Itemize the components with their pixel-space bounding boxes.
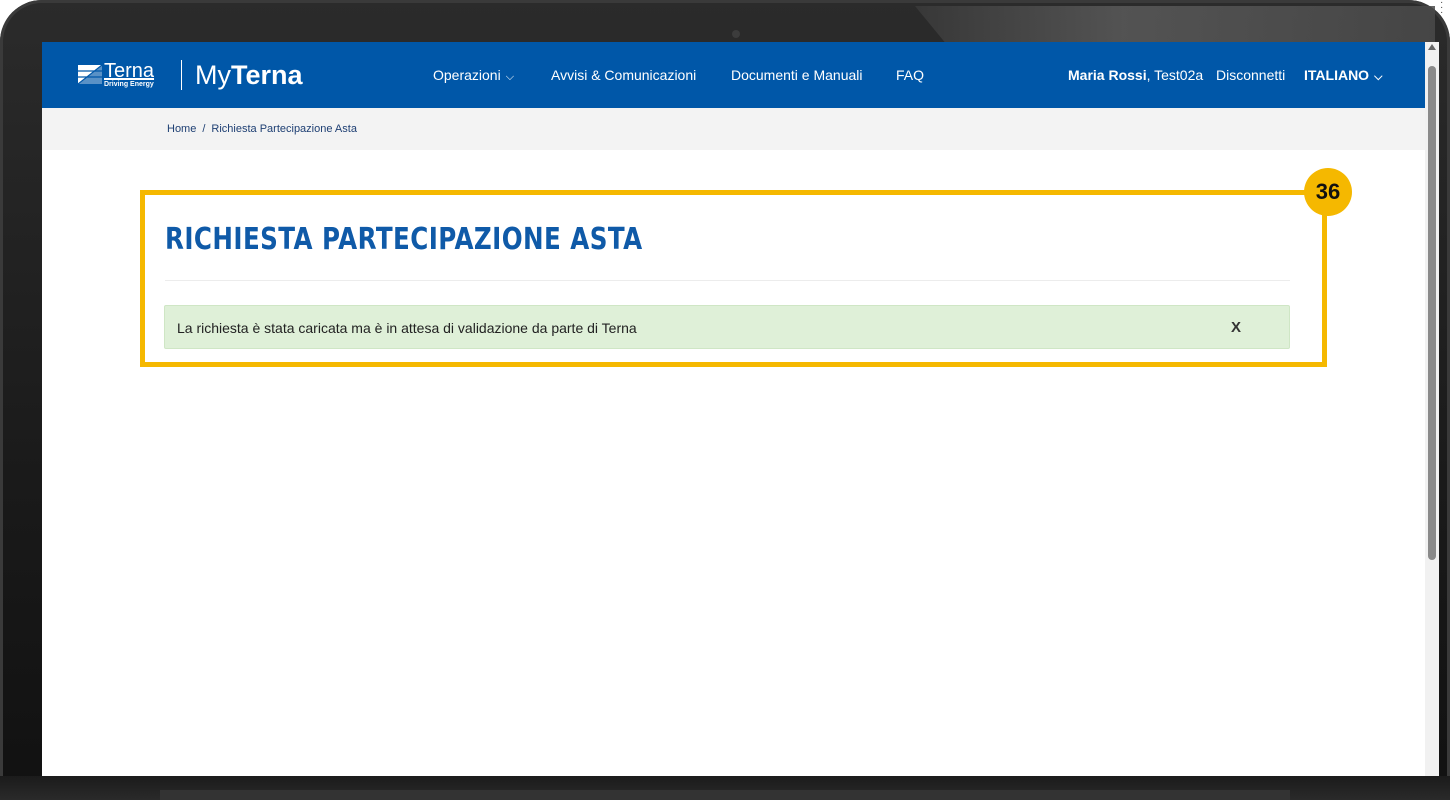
terna-logo-tagline: Driving Energy — [104, 81, 154, 88]
chevron-down-icon: ⌵ — [1374, 71, 1383, 83]
vertical-scrollbar[interactable] — [1425, 42, 1439, 776]
language-label: ITALIANO — [1304, 67, 1370, 83]
laptop-hinge — [160, 790, 1290, 800]
step-number-badge: 36 — [1304, 168, 1352, 216]
myterna-logo-name: Terna — [231, 60, 303, 90]
logo-divider — [181, 60, 182, 90]
alert-message: La richiesta è stata caricata ma è in at… — [177, 320, 637, 336]
webcam — [732, 30, 740, 38]
breadcrumb: Home / Richiesta Partecipazione Asta — [167, 122, 357, 136]
logout-link[interactable]: Disconnetti — [1216, 66, 1285, 84]
language-selector[interactable]: ITALIANO ⌵ — [1304, 66, 1382, 86]
breadcrumb-home[interactable]: Home — [167, 123, 196, 135]
user-name: Maria Rossi — [1068, 67, 1147, 83]
close-icon[interactable]: X — [1225, 317, 1247, 339]
breadcrumb-bar: Home / Richiesta Partecipazione Asta — [42, 108, 1425, 150]
scrollbar-thumb[interactable] — [1428, 66, 1436, 560]
scroll-up-arrow-icon[interactable] — [1428, 44, 1436, 50]
title-divider — [165, 280, 1290, 281]
user-account-code: , Test02a — [1146, 67, 1204, 83]
chevron-down-icon: ⌵ — [505, 71, 515, 83]
breadcrumb-current: Richiesta Partecipazione Asta — [211, 123, 357, 135]
nav-item-documenti[interactable]: Documenti e Manuali — [731, 66, 863, 84]
success-alert: La richiesta è stata caricata ma è in at… — [164, 305, 1290, 349]
myterna-logo[interactable]: MyTerna — [195, 60, 303, 90]
top-navigation-bar: Terna Driving Energy MyTerna Operazioni ⌵… — [42, 42, 1425, 108]
terna-logo-text[interactable]: Terna — [104, 61, 154, 81]
page-title: RICHIESTA PARTECIPAZIONE ASTA — [165, 222, 643, 257]
nav-item-operazioni-label: Operazioni — [433, 67, 501, 83]
nav-item-operazioni[interactable]: Operazioni ⌵ — [433, 66, 514, 86]
myterna-logo-prefix: My — [195, 60, 231, 90]
user-account[interactable]: Maria Rossi, Test02a — [1068, 66, 1203, 84]
nav-item-faq[interactable]: FAQ — [896, 66, 924, 84]
nav-item-avvisi[interactable]: Avvisi & Comunicazioni — [551, 66, 696, 84]
browser-viewport: Terna Driving Energy MyTerna Operazioni ⌵… — [42, 42, 1439, 776]
breadcrumb-separator: / — [202, 123, 206, 135]
frame-glare — [915, 6, 1435, 44]
corner-dots: · · · — [1440, 0, 1444, 18]
terna-logo-icon[interactable] — [78, 65, 102, 84]
